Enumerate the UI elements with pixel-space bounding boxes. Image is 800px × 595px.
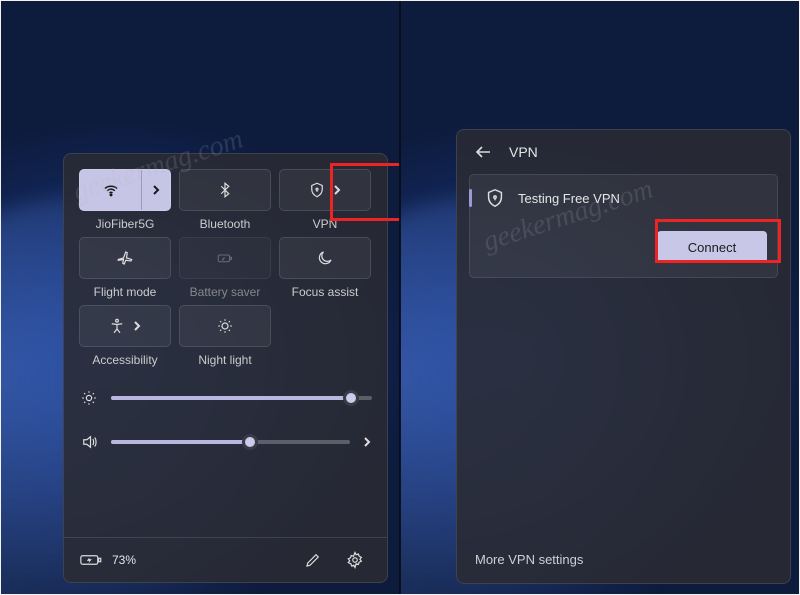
speaker-icon [79, 433, 99, 451]
shield-icon [484, 187, 506, 209]
battery-saver-label: Battery saver [190, 285, 261, 299]
wifi-toggle[interactable] [80, 170, 142, 210]
wifi-icon [102, 181, 120, 199]
edit-button[interactable] [297, 544, 329, 576]
settings-button[interactable] [339, 544, 371, 576]
vpn-panel: VPN Testing Free VPN Connect More VPN se… [456, 129, 791, 584]
more-vpn-settings-link[interactable]: More VPN settings [457, 536, 790, 583]
accessibility-label: Accessibility [92, 353, 157, 367]
arrow-left-icon [474, 145, 492, 159]
accessibility-icon [108, 317, 126, 335]
battery-saver-tile[interactable] [179, 237, 271, 279]
moon-icon [316, 249, 334, 267]
vpn-connection-name: Testing Free VPN [518, 191, 620, 206]
volume-expand-button[interactable] [362, 435, 372, 449]
battery-status-icon [80, 553, 102, 567]
battery-percent-label: 73% [112, 553, 136, 567]
bluetooth-label: Bluetooth [200, 217, 251, 231]
vpn-label: VPN [313, 217, 338, 231]
wifi-tile[interactable] [79, 169, 171, 211]
brightness-slider[interactable] [79, 389, 372, 407]
focus-assist-tile[interactable] [279, 237, 371, 279]
left-screenshot: JioFiber5G Bluetooth [0, 0, 400, 595]
wifi-expand-button[interactable] [142, 170, 170, 210]
quick-settings-panel: JioFiber5G Bluetooth [63, 153, 388, 583]
back-button[interactable] [471, 140, 495, 164]
quick-settings-footer: 73% [64, 537, 387, 582]
flight-mode-label: Flight mode [94, 285, 157, 299]
chevron-right-icon [132, 320, 142, 332]
right-screenshot: VPN Testing Free VPN Connect More VPN se… [400, 0, 800, 595]
chevron-right-icon [151, 184, 161, 196]
focus-assist-label: Focus assist [292, 285, 359, 299]
vpn-panel-title: VPN [509, 144, 538, 160]
flight-mode-tile[interactable] [79, 237, 171, 279]
gear-icon [346, 551, 364, 569]
airplane-icon [116, 249, 134, 267]
bluetooth-tile[interactable] [179, 169, 271, 211]
vpn-tile[interactable] [279, 169, 371, 211]
screenshot-separator [399, 0, 401, 595]
battery-leaf-icon [216, 249, 234, 267]
vpn-connection-item[interactable]: Testing Free VPN Connect [469, 174, 778, 278]
chevron-right-icon [332, 184, 342, 196]
night-light-tile[interactable] [179, 305, 271, 347]
night-light-icon [216, 317, 234, 335]
brightness-icon [79, 389, 99, 407]
shield-icon [308, 181, 326, 199]
wifi-label: JioFiber5G [96, 217, 155, 231]
accessibility-tile[interactable] [79, 305, 171, 347]
bluetooth-icon [216, 181, 234, 199]
pencil-icon [304, 551, 322, 569]
connect-button[interactable]: Connect [657, 231, 767, 263]
night-light-label: Night light [198, 353, 251, 367]
volume-slider[interactable] [79, 433, 372, 451]
